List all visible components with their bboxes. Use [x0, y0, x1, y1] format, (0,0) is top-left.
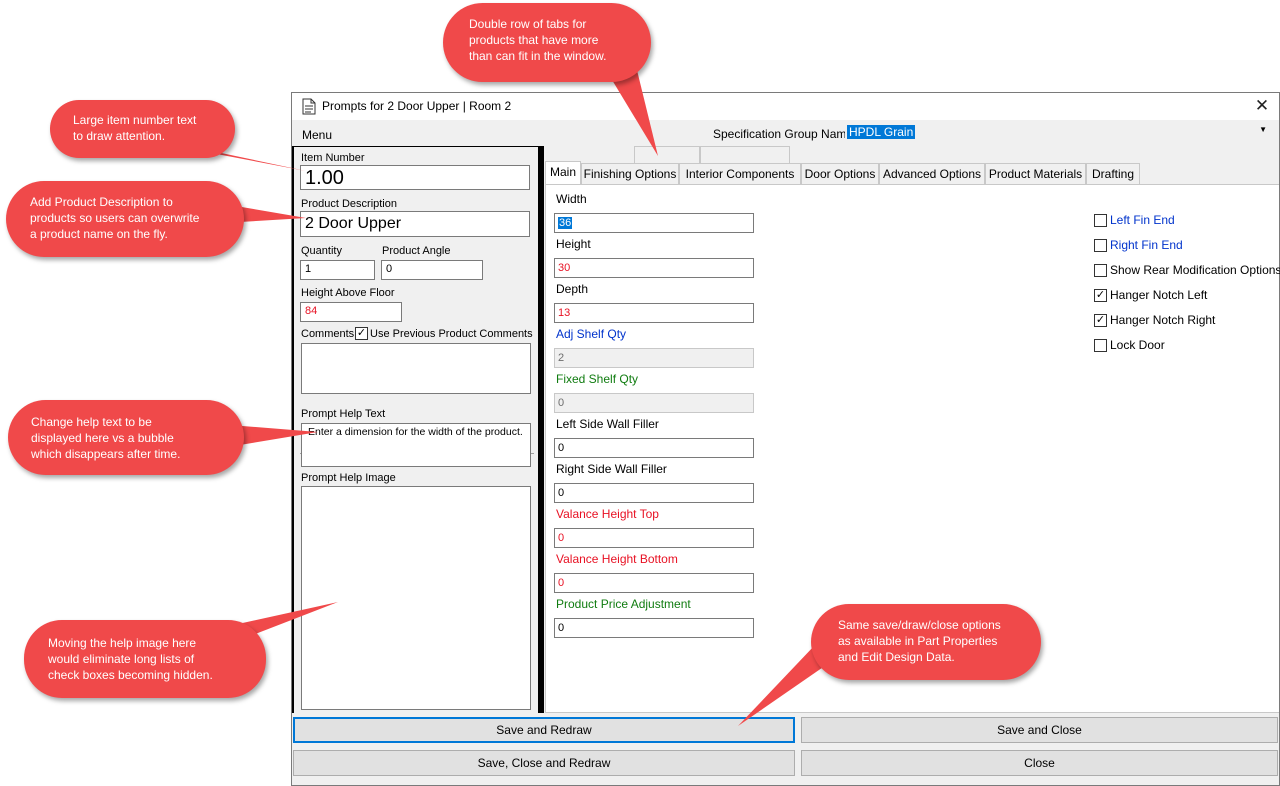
right-side-wall-filler-label: Right Side Wall Filler — [556, 462, 667, 476]
callout-buttons: Same save/draw/close options as availabl… — [811, 604, 1041, 680]
close-button[interactable]: Close — [801, 750, 1278, 776]
product-price-adjustment-input[interactable]: 0 — [554, 618, 754, 638]
callout-tabs: Double row of tabs for products that hav… — [443, 3, 651, 82]
callout-item-number-text: Large item number text to draw attention… — [73, 113, 197, 143]
use-previous-comments-label: Use Previous Product Comments — [370, 328, 533, 340]
product-angle-input[interactable]: 0 — [381, 260, 483, 280]
tab-interior-components[interactable]: Interior Components — [679, 163, 801, 185]
callout-description-text: Add Product Description to products so u… — [30, 195, 200, 241]
left-fin-end-checkbox[interactable] — [1094, 214, 1107, 227]
spec-group-select[interactable]: HPDL Grain ▼ — [845, 124, 1271, 141]
callout-tabs-text: Double row of tabs for products that hav… — [469, 17, 607, 63]
dropdown-arrow-icon[interactable]: ▼ — [1259, 125, 1267, 134]
save-and-redraw-button[interactable]: Save and Redraw — [293, 717, 795, 743]
prompt-help-image-box — [301, 486, 531, 710]
valance-height-top-label: Valance Height Top — [556, 507, 659, 521]
hanger-notch-right-label: Hanger Notch Right — [1110, 313, 1216, 327]
quantity-input[interactable]: 1 — [300, 260, 375, 280]
height-label: Height — [556, 237, 591, 251]
right-fin-end-checkbox[interactable] — [1094, 239, 1107, 252]
close-icon[interactable]: ✕ — [1251, 96, 1273, 116]
right-fin-end-label: Right Fin End — [1110, 238, 1183, 252]
valance-height-bottom-label: Valance Height Bottom — [556, 552, 678, 566]
save-close-redraw-button[interactable]: Save, Close and Redraw — [293, 750, 795, 776]
lock-door-checkbox[interactable] — [1094, 339, 1107, 352]
callout-buttons-text: Same save/draw/close options as availabl… — [838, 618, 1001, 664]
product-angle-label: Product Angle — [382, 245, 451, 257]
document-icon — [302, 98, 316, 115]
hanger-notch-left-label: Hanger Notch Left — [1110, 288, 1208, 302]
tab-row-primary: Main Finishing Options Interior Componen… — [545, 161, 1279, 185]
tab-door-options[interactable]: Door Options — [801, 163, 879, 185]
tab-advanced-options[interactable]: Advanced Options — [879, 163, 985, 185]
left-side-wall-filler-input[interactable]: 0 — [554, 438, 754, 458]
save-and-close-button[interactable]: Save and Close — [801, 717, 1278, 743]
tab-drafting[interactable]: Drafting — [1086, 163, 1140, 185]
menu-bar: Menu Specification Group Name HPDL Grain… — [292, 120, 1279, 146]
window-title: Prompts for 2 Door Upper | Room 2 — [322, 99, 512, 113]
panel-splitter[interactable] — [540, 146, 544, 713]
hanger-notch-left-checkbox[interactable]: ✓ — [1094, 289, 1107, 302]
left-fin-end-label: Left Fin End — [1110, 213, 1175, 227]
callout-help-image: Moving the help image here would elimina… — [24, 620, 266, 698]
fixed-shelf-qty-label: Fixed Shelf Qty — [556, 372, 639, 386]
hanger-notch-right-checkbox[interactable]: ✓ — [1094, 314, 1107, 327]
right-side-wall-filler-input[interactable]: 0 — [554, 483, 754, 503]
spec-group-value: HPDL Grain — [847, 125, 916, 139]
height-above-floor-label: Height Above Floor — [301, 287, 395, 299]
tab-secondary[interactable] — [634, 146, 700, 164]
prompt-help-image-label: Prompt Help Image — [301, 472, 396, 484]
depth-input[interactable]: 13 — [554, 303, 754, 323]
tab-secondary[interactable] — [700, 146, 790, 164]
fixed-shelf-qty-input: 0 — [554, 393, 754, 413]
tab-finishing-options[interactable]: Finishing Options — [581, 163, 679, 185]
prompt-help-text-label: Prompt Help Text — [301, 408, 386, 420]
callout-help-text-text: Change help text to be displayed here vs… — [31, 415, 181, 461]
left-side-wall-filler-label: Left Side Wall Filler — [556, 417, 659, 431]
lock-door-label: Lock Door — [1110, 338, 1165, 352]
product-description-input[interactable]: 2 Door Upper — [300, 211, 530, 237]
valance-height-top-input[interactable]: 0 — [554, 528, 754, 548]
callout-description: Add Product Description to products so u… — [6, 181, 244, 257]
spec-group-label: Specification Group Name — [713, 127, 854, 141]
callout-help-image-text: Moving the help image here would elimina… — [48, 636, 213, 682]
depth-label: Depth — [556, 282, 589, 296]
width-value: 36 — [558, 217, 573, 229]
tab-product-materials[interactable]: Product Materials — [985, 163, 1086, 185]
left-panel: Item Number 1.00 Product Description 2 D… — [292, 146, 540, 713]
comments-textarea[interactable] — [301, 343, 531, 394]
item-number-label: Item Number — [301, 152, 365, 164]
height-input[interactable]: 30 — [554, 258, 754, 278]
adj-shelf-qty-label: Adj Shelf Qty — [556, 327, 627, 341]
adj-shelf-qty-input: 2 — [554, 348, 754, 368]
prompts-window: Prompts for 2 Door Upper | Room 2 ✕ Menu… — [291, 92, 1280, 786]
show-rear-modification-label: Show Rear Modification Options — [1110, 263, 1280, 277]
valance-height-bottom-input[interactable]: 0 — [554, 573, 754, 593]
tab-row-secondary — [634, 146, 790, 164]
item-number-input[interactable]: 1.00 — [300, 165, 530, 190]
product-price-adjustment-label: Product Price Adjustment — [556, 597, 691, 611]
product-description-label: Product Description — [301, 198, 397, 210]
tab-main[interactable]: Main — [545, 161, 581, 185]
height-above-floor-input[interactable]: 84 — [300, 302, 402, 322]
callout-help-text: Change help text to be displayed here vs… — [8, 400, 244, 475]
prompt-help-text-box: Enter a dimension for the width of the p… — [301, 423, 531, 467]
comments-label: Comments — [301, 328, 355, 340]
show-rear-modification-checkbox[interactable] — [1094, 264, 1107, 277]
width-label: Width — [556, 192, 587, 206]
use-previous-comments-checkbox[interactable]: ✓ — [355, 327, 368, 340]
callout-item-number: Large item number text to draw attention… — [50, 100, 235, 158]
title-bar: Prompts for 2 Door Upper | Room 2 ✕ — [292, 93, 1279, 120]
quantity-label: Quantity — [301, 245, 342, 257]
menu-item-menu[interactable]: Menu — [302, 128, 332, 142]
width-input[interactable]: 36 — [554, 213, 754, 233]
